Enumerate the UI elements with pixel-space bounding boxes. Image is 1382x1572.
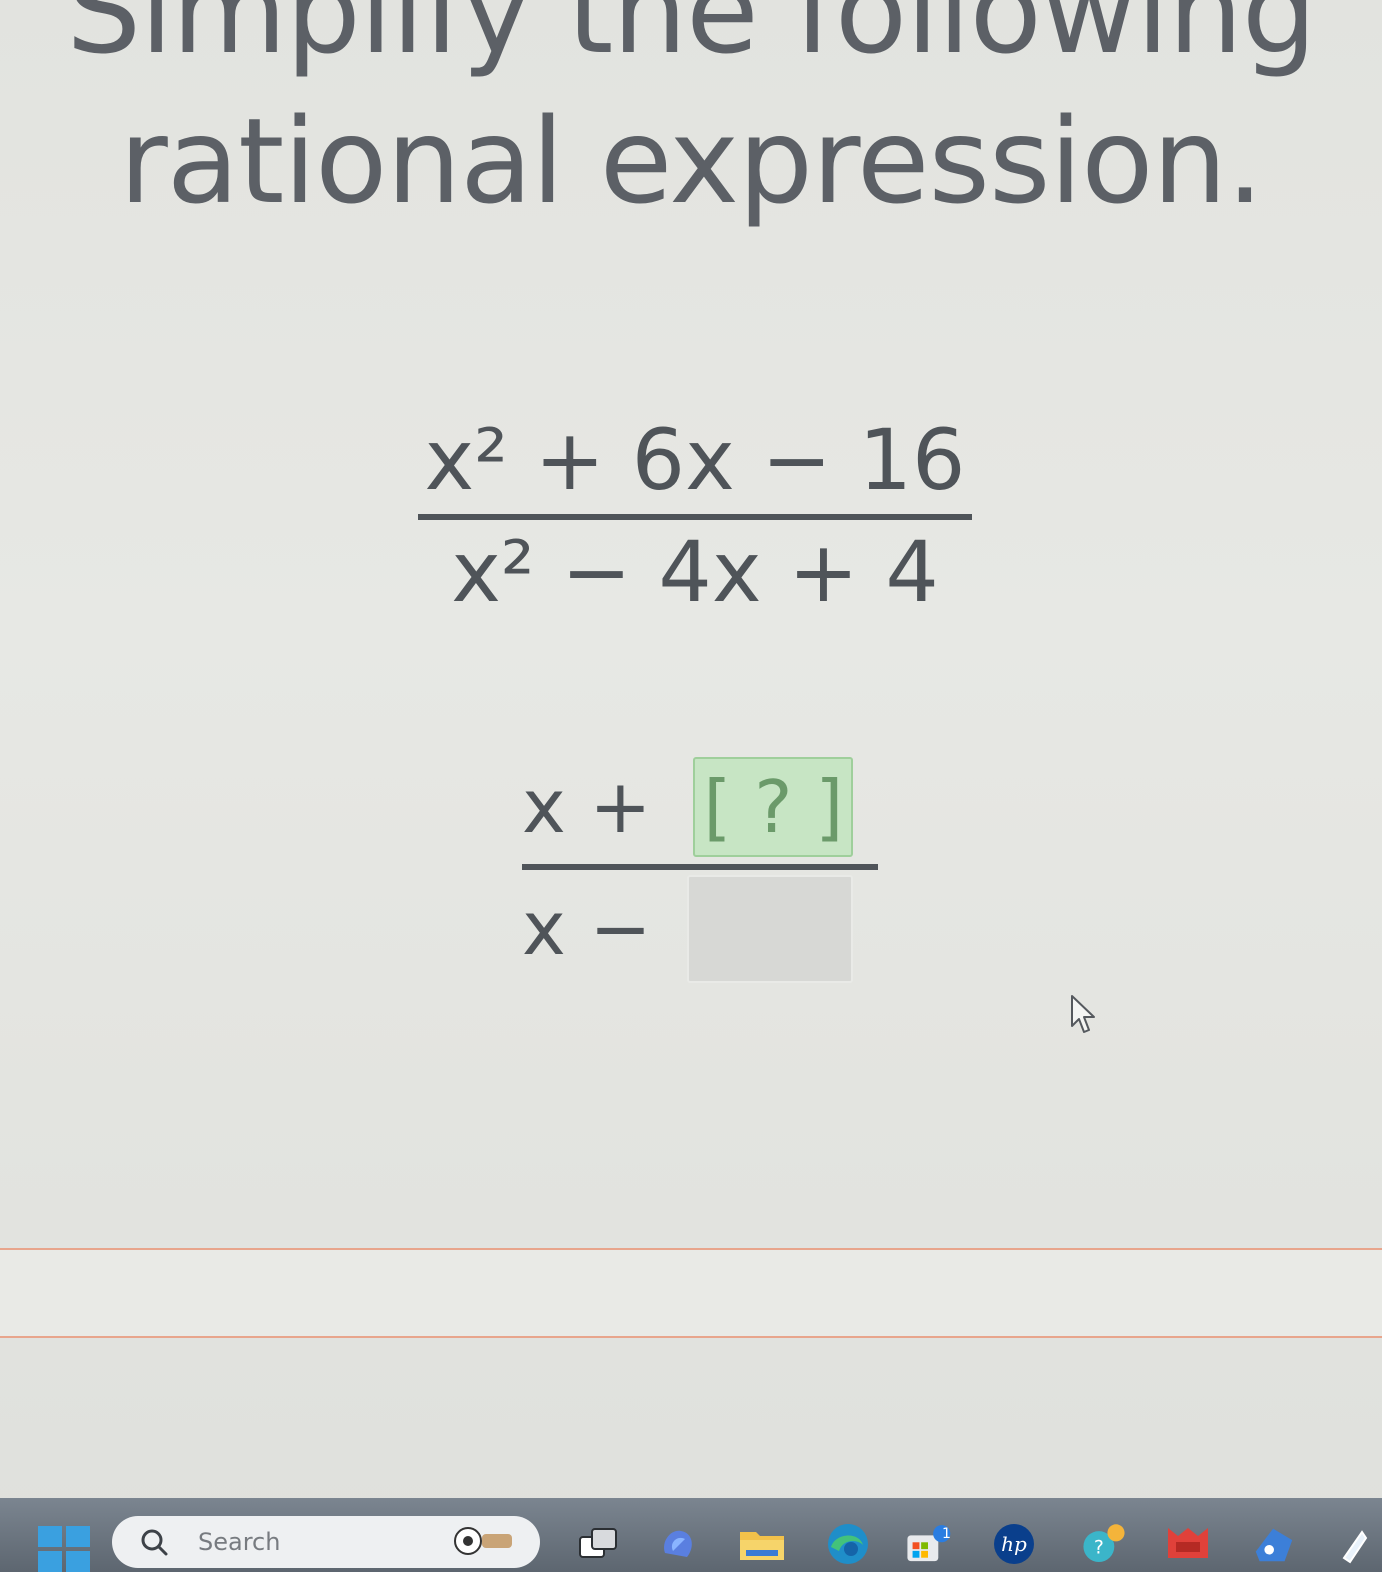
store-icon[interactable]: 1 [904,1520,952,1568]
fraction-bar [418,514,972,520]
game-app-icon[interactable] [1250,1520,1298,1568]
file-explorer-icon[interactable] [738,1520,786,1568]
search-highlight-icon [454,1527,512,1555]
help-icon[interactable]: ? [1080,1520,1128,1568]
answer-denominator-prefix: x − [522,886,652,972]
box-close-bracket: ] [815,765,844,849]
denominator-answer-input[interactable] [687,875,854,983]
answer-numerator-prefix: x + [522,764,652,850]
numerator-answer-input[interactable]: [ ? ] [693,757,854,857]
answer-fraction-bar [522,864,878,870]
taskbar: Search 1 hp ? [0,1498,1382,1572]
notification-badge: 1 [942,1526,951,1542]
search-icon [134,1522,174,1562]
divider-line-bottom [0,1336,1382,1338]
svg-text:hp: hp [1001,1532,1027,1556]
screen: Simplify the following rational expressi… [0,0,1382,1572]
taskbar-search-box[interactable]: Search [112,1516,540,1568]
problem-denominator: x² − 4x + 4 [451,523,939,621]
question-line-1: Simplify the following [66,0,1317,80]
security-app-icon[interactable] [1164,1520,1212,1568]
box-open-bracket: [ [703,765,732,849]
answer-strip [0,1250,1382,1336]
chat-icon[interactable] [1330,1520,1378,1568]
widgets-icon[interactable] [654,1520,702,1568]
search-placeholder: Search [198,1528,281,1556]
problem-numerator: x² + 6x − 16 [424,411,966,509]
edge-browser-icon[interactable] [824,1520,872,1568]
task-view-icon[interactable] [574,1520,622,1568]
hp-icon[interactable]: hp [990,1520,1038,1568]
box-question-mark: ? [754,765,793,849]
answer-numerator: x + [ ? ] [522,752,878,862]
mouse-pointer-icon [1071,995,1095,1033]
windows-start-icon[interactable] [38,1526,90,1572]
answer-fraction: x + [ ? ] x − [522,752,878,984]
svg-text:?: ? [1094,1537,1104,1558]
problem-fraction: x² + 6x − 16 x² − 4x + 4 [418,410,972,622]
question-line-2: rational expression. [119,92,1263,230]
answer-denominator: x − [522,874,878,984]
